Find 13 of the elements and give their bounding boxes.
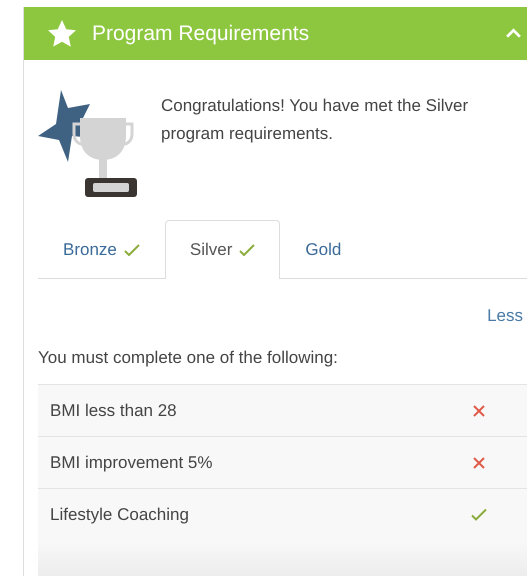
congratulations-message: Congratulations! You have met the Silver program requirements. — [161, 95, 470, 145]
check-icon — [239, 244, 256, 256]
star-icon — [46, 18, 78, 50]
panel-title: Program Requirements — [92, 22, 310, 46]
level-tab[interactable]: Silver — [164, 220, 280, 279]
requirement-label: BMI less than 28 — [50, 400, 177, 420]
level-tab[interactable]: Gold — [280, 220, 366, 279]
level-tab[interactable]: Bronze — [38, 220, 165, 279]
less-link[interactable]: Less — [487, 306, 523, 336]
requirement-label: BMI improvement 5% — [50, 452, 212, 472]
requirement-label: Lifestyle Coaching — [50, 504, 189, 524]
check-icon — [124, 244, 140, 256]
instruction-text: You must complete one of the following: — [38, 348, 339, 368]
